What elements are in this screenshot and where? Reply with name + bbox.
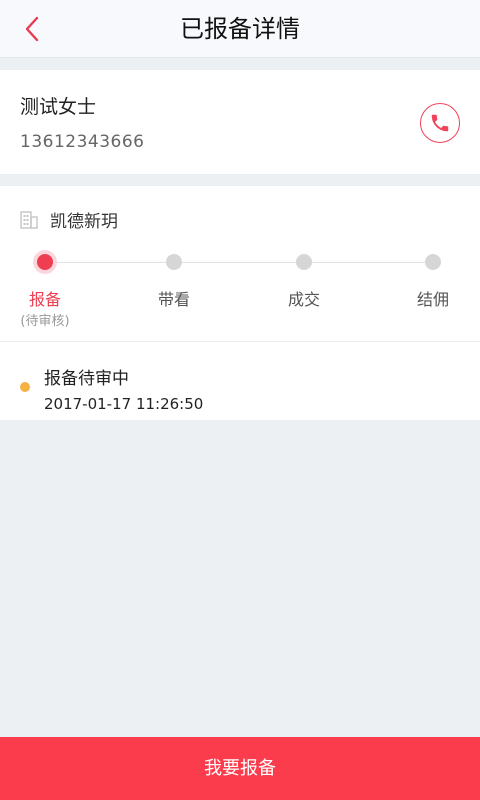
- status-dot: [20, 382, 30, 392]
- customer-name: 测试女士: [20, 96, 97, 118]
- phone-icon: [431, 114, 449, 132]
- status-text: 报备待审中: [44, 369, 129, 389]
- step-label-visit: 带看: [157, 290, 190, 309]
- step-dot-report: [37, 254, 53, 270]
- project-name: 凯德新玥: [50, 211, 118, 232]
- call-button[interactable]: [420, 103, 460, 143]
- report-button[interactable]: 我要报备: [0, 737, 480, 800]
- project-card: 凯德新玥 报备 (待审核) 带看 成交 结佣 报备待审中 2017-01-17 …: [0, 186, 480, 420]
- step-dot-visit: [166, 254, 182, 270]
- progress-track: [45, 262, 433, 263]
- step-sub-report: (待审核): [20, 314, 70, 329]
- page-title: 已报备详情: [180, 15, 300, 43]
- step-label-commission: 结佣: [416, 290, 449, 309]
- status-time: 2017-01-17 11:26:50: [44, 395, 204, 413]
- customer-card: 测试女士 13612343666: [0, 70, 480, 174]
- step-dot-commission: [425, 254, 441, 270]
- step-label-report: 报备: [28, 290, 61, 309]
- step-dot-deal: [296, 254, 312, 270]
- step-label-deal: 成交: [287, 290, 320, 309]
- project-header: 凯德新玥: [20, 206, 118, 232]
- customer-phone: 13612343666: [20, 132, 145, 152]
- divider: [0, 341, 480, 342]
- app-header: 已报备详情: [0, 0, 480, 58]
- building-icon: [20, 211, 38, 229]
